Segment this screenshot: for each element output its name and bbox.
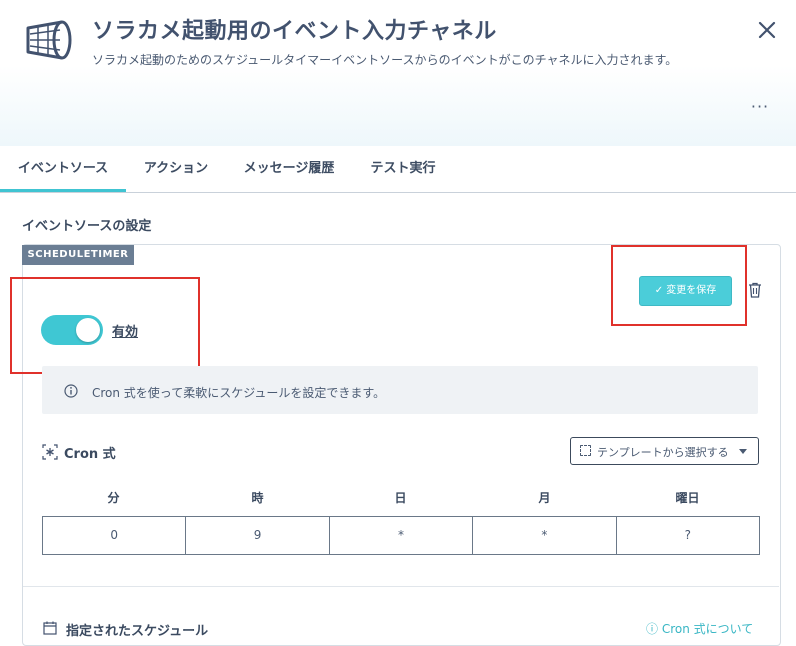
- cron-col-minute: 分: [107, 491, 120, 505]
- section-divider: [23, 586, 779, 587]
- cron-col-weekday: 曜日: [675, 491, 700, 505]
- tab-action[interactable]: アクション: [128, 146, 224, 192]
- tab-test-run[interactable]: テスト実行: [356, 146, 450, 192]
- calendar-icon: [43, 621, 57, 635]
- modal-header: ソラカメ起動用のイベント入力チャネル ソラカメ起動のためのスケジュールタイマーイ…: [0, 0, 796, 146]
- cron-month-input[interactable]: *: [473, 517, 617, 554]
- info-icon: [64, 384, 78, 398]
- template-icon: [580, 445, 591, 456]
- template-select[interactable]: テンプレートから選択する: [570, 437, 759, 465]
- cron-minute-input[interactable]: 0: [43, 517, 187, 554]
- source-type-badge: SCHEDULETIMER: [22, 245, 134, 265]
- more-menu-button[interactable]: ···: [748, 97, 772, 117]
- highlight-box-save: [611, 245, 747, 326]
- info-message-text: Cron 式を使って柔軟にスケジュールを設定できます。: [92, 386, 386, 400]
- template-select-text: テンプレートから選択する: [597, 446, 729, 459]
- about-cron-text: Cron 式について: [661, 622, 754, 636]
- tab-message-history[interactable]: メッセージ履歴: [232, 146, 346, 192]
- tab-event-source[interactable]: イベントソース: [0, 146, 126, 192]
- close-icon[interactable]: [755, 18, 779, 42]
- section-title: イベントソースの設定: [22, 219, 152, 234]
- page-subtitle: ソラカメ起動のためのスケジュールタイマーイベントソースからのイベントがこのチャネ…: [92, 53, 678, 67]
- trash-icon[interactable]: [748, 282, 762, 298]
- cron-day-input[interactable]: *: [330, 517, 474, 554]
- page-title: ソラカメ起動用のイベント入力チャネル: [92, 19, 497, 44]
- highlight-box-toggle: [10, 277, 200, 374]
- tab-bar: イベントソース アクション メッセージ履歴 テスト実行: [0, 146, 796, 193]
- cron-input-grid: 0 9 * * ?: [42, 516, 760, 555]
- cron-weekday-input[interactable]: ?: [617, 517, 759, 554]
- cron-col-hour: 時: [251, 491, 264, 505]
- cron-asterisk-icon: [42, 444, 58, 460]
- info-icon: ⓘ: [646, 622, 659, 636]
- about-cron-link[interactable]: ⓘ Cron 式について: [646, 620, 753, 637]
- cron-hour-input[interactable]: 9: [186, 517, 330, 554]
- cron-expression-label: Cron 式: [64, 447, 116, 462]
- cron-col-month: 月: [538, 491, 551, 505]
- chevron-down-icon: [739, 449, 747, 454]
- net-logo-icon: [26, 20, 72, 60]
- cron-col-day: 日: [394, 491, 407, 505]
